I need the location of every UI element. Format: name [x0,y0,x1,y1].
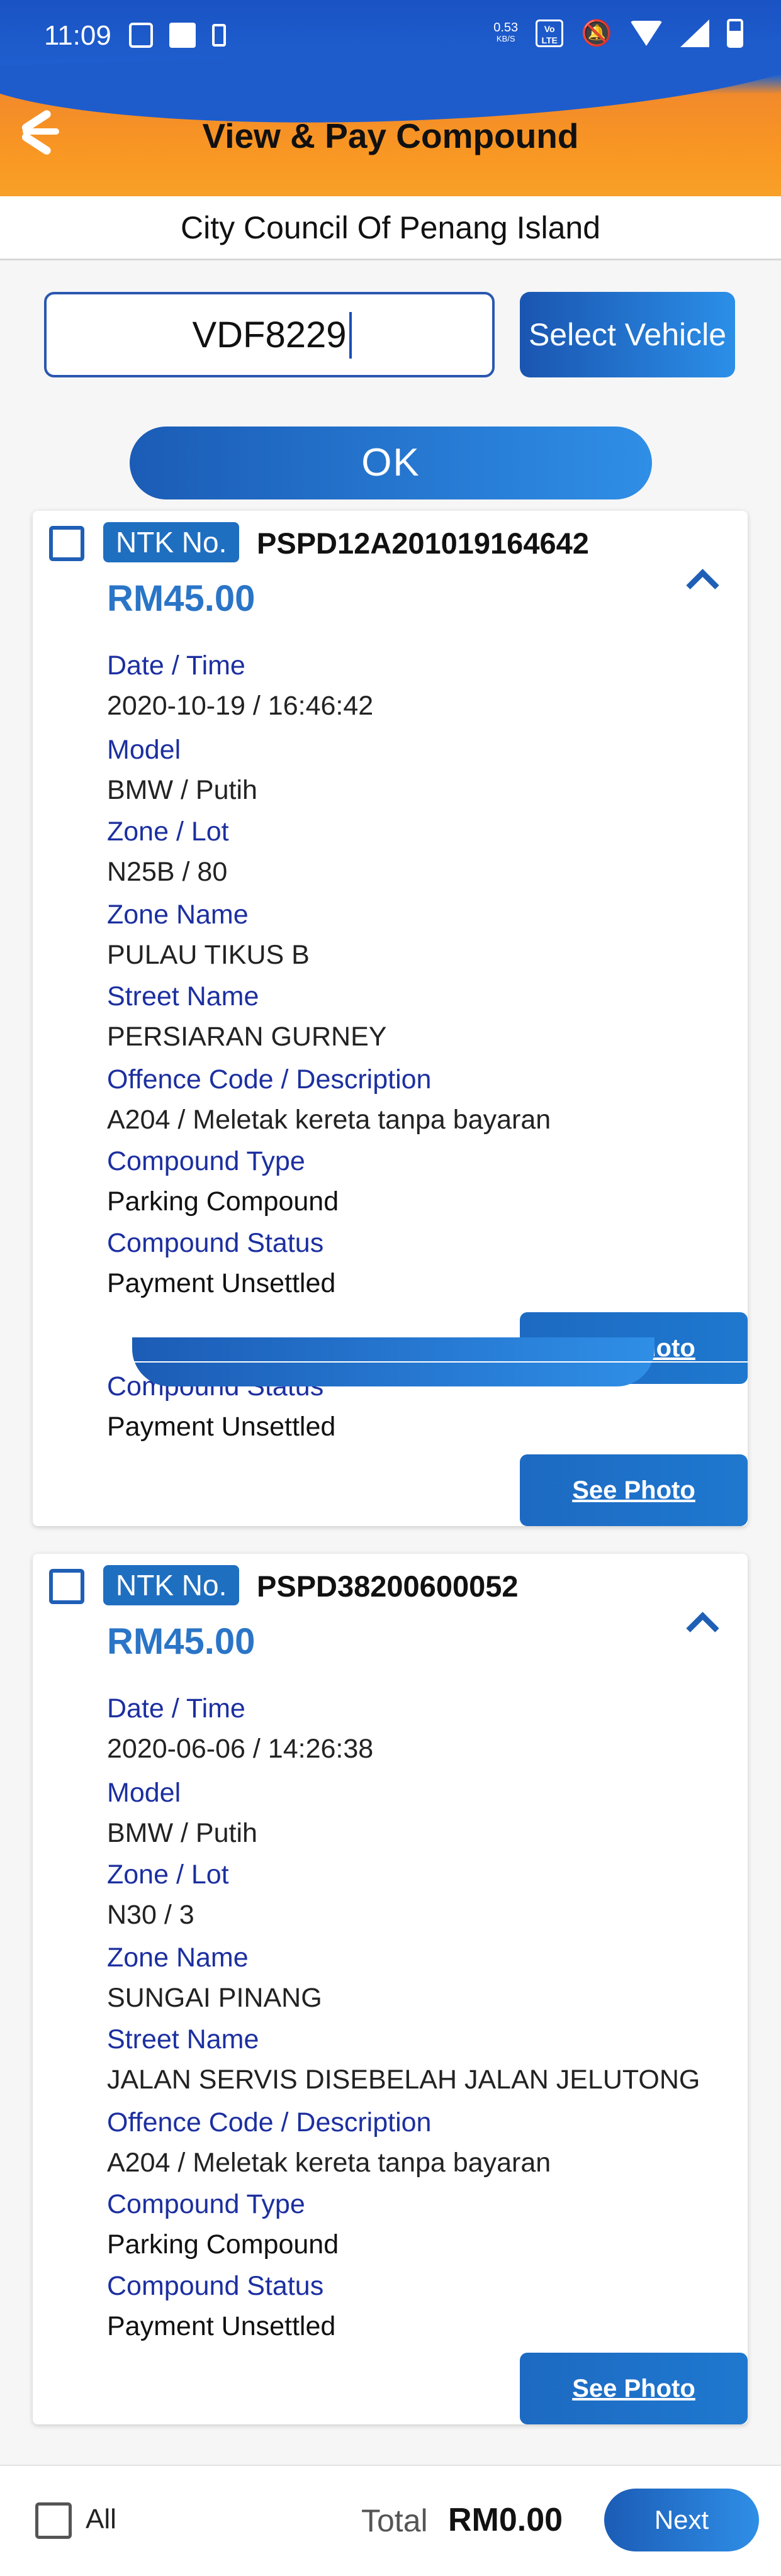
compound-checkbox[interactable] [49,1569,84,1604]
compound-type-value: Parking Compound [107,2229,339,2260]
model-value: BMW / Putih [107,775,257,805]
app-header-background: 11:09 0.53 KB/S Vo LTE 🔕 View & Pay Comp… [0,0,781,196]
zone-lot-value: N25B / 80 [107,857,228,887]
notification-icons [129,23,226,48]
select-all-label: All [86,2504,116,2534]
compound-type-value: Parking Compound [107,1186,339,1217]
system-icons: 0.53 KB/S Vo LTE 🔕 [493,19,743,48]
offence-value: A204 / Meletak kereta tanpa bayaran [107,1105,551,1135]
compound-type-label: Compound Type [107,2189,305,2219]
select-all-checkbox[interactable] [35,2502,72,2539]
compound-amount: RM45.00 [107,578,256,619]
select-vehicle-button[interactable]: Select Vehicle [520,292,735,377]
chevron-up-icon[interactable] [682,1604,717,1639]
zone-name-label: Zone Name [107,900,249,930]
network-speed-unit: KB/S [496,34,515,43]
chevron-up-icon[interactable] [682,561,717,596]
street-name-label: Street Name [107,981,259,1012]
network-speed: 0.53 KB/S [493,21,519,45]
zone-name-value: SUNGAI PINANG [107,1983,322,2013]
street-name-label: Street Name [107,2024,259,2055]
street-name-value: JALAN SERVIS DISEBELAH JALAN JELUTONG [107,2065,700,2095]
offence-label: Offence Code / Description [107,1064,432,1095]
message-icon [129,23,153,48]
render-seam [33,1361,748,1363]
datetime-value: 2020-06-06 / 14:26:38 [107,1734,374,1764]
datetime-label: Date / Time [107,650,245,681]
zone-lot-label: Zone / Lot [107,817,229,847]
council-name: City Council Of Penang Island [0,196,781,260]
ntk-label: NTK No. [103,1565,240,1605]
zone-lot-value: N30 / 3 [107,1900,194,1930]
ntk-number: PSPD12A201019164642 [257,527,589,560]
compound-card: NTK No. PSPD38200600052 RM45.00 Date / T… [33,1554,748,2424]
compound-type-label: Compound Type [107,1146,305,1176]
compound-status-value-duplicate: Payment Unsettled [107,1412,336,1442]
compound-status-label: Compound Status [107,1228,324,1258]
page-title: View & Pay Compound [202,116,579,155]
datetime-label: Date / Time [107,1693,245,1724]
street-name-value: PERSIARAN GURNEY [107,1022,387,1052]
datetime-value: 2020-10-19 / 16:46:42 [107,691,374,721]
ok-button[interactable]: OK [130,427,652,499]
zone-name-label: Zone Name [107,1943,249,1973]
model-label: Model [107,735,181,765]
see-photo-button[interactable]: See Photo [520,2353,748,2424]
volte-icon: Vo LTE [536,20,564,47]
compound-status-label: Compound Status [107,2271,324,2301]
app-bar: View & Pay Compound [0,94,781,176]
zone-lot-label: Zone / Lot [107,1860,229,1890]
bell-muted-icon: 🔕 [581,20,612,47]
signal-icon [680,20,709,47]
battery-icon [727,19,743,48]
compound-amount: RM45.00 [107,1621,256,1662]
model-label: Model [107,1778,181,1808]
status-bar: 11:09 0.53 KB/S Vo LTE 🔕 [0,0,781,70]
text-caret [349,312,352,359]
total-label: Total [361,2503,428,2538]
compound-status-value: Payment Unsettled [107,1268,336,1298]
zone-name-value: PULAU TIKUS B [107,940,310,970]
see-photo-button-duplicate[interactable]: See Photo [520,1454,748,1526]
status-time: 11:09 [44,20,111,51]
offence-label: Offence Code / Description [107,2107,432,2138]
square-notification-icon [169,23,196,48]
vehicle-plate-input[interactable] [44,292,495,377]
compound-checkbox[interactable] [49,526,84,561]
ntk-number: PSPD38200600052 [257,1570,519,1603]
model-value: BMW / Putih [107,1818,257,1848]
wifi-icon [630,21,663,46]
phone-notification-icon [212,24,226,47]
total-amount: RM0.00 [448,2502,563,2538]
payment-footer: All Total RM0.00 Next [0,2465,781,2576]
ntk-label: NTK No. [103,522,240,562]
compound-status-value: Payment Unsettled [107,2311,336,2341]
offence-value: A204 / Meletak kereta tanpa bayaran [107,2148,551,2178]
network-speed-value: 0.53 [493,21,519,35]
next-button[interactable]: Next [604,2489,759,2551]
